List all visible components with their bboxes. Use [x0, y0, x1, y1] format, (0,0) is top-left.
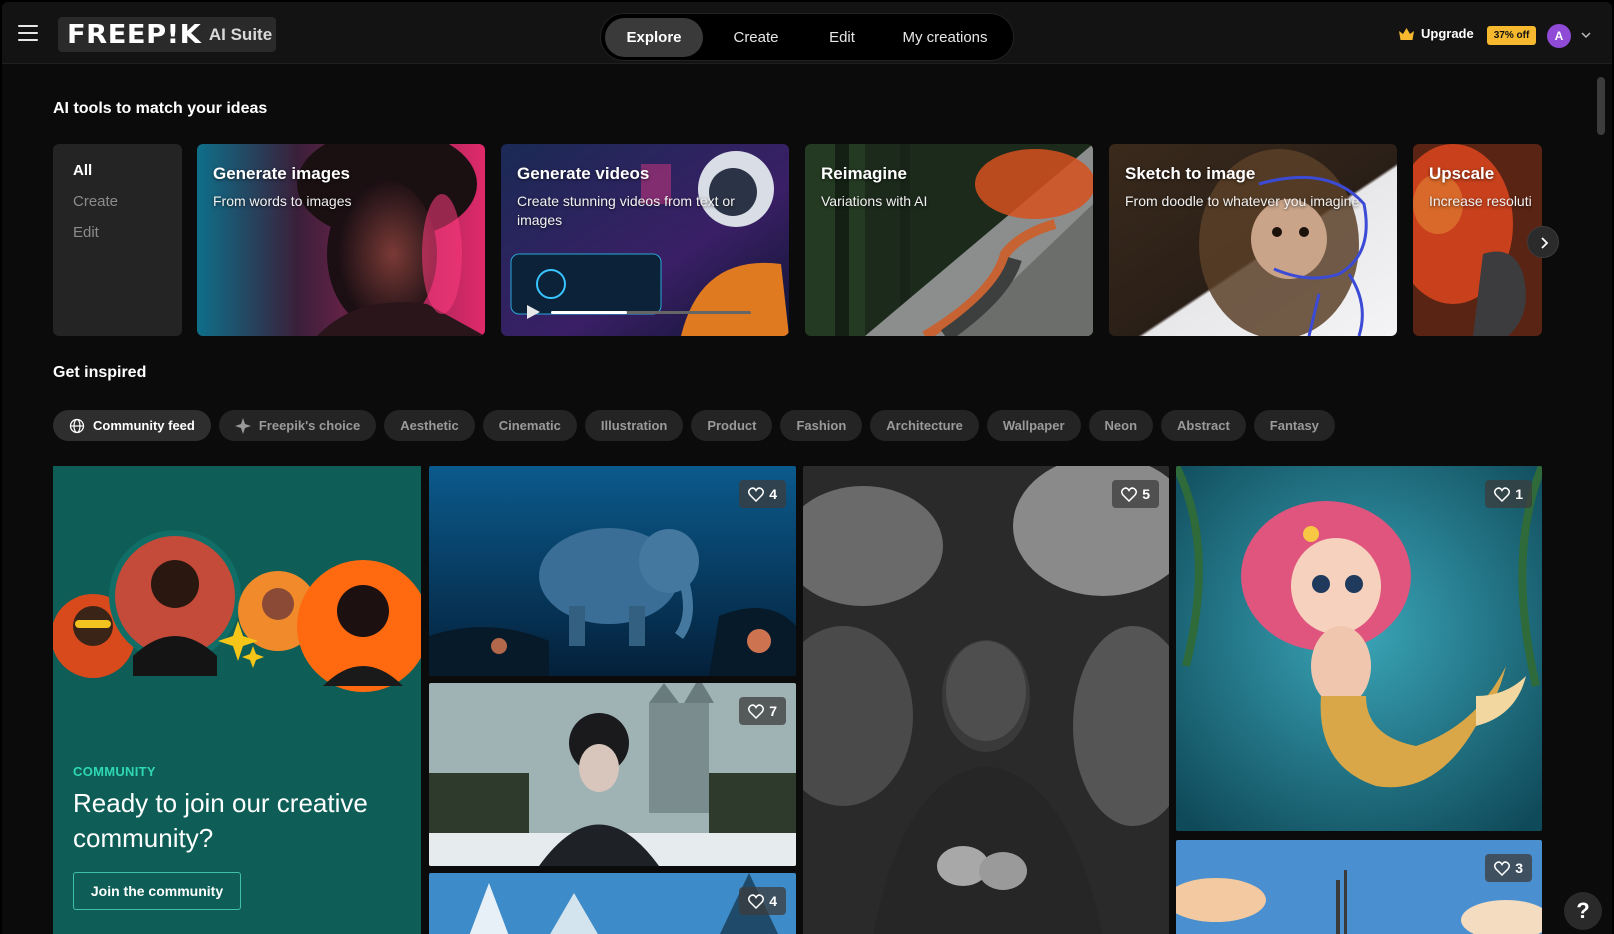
chip-fantasy[interactable]: Fantasy	[1253, 410, 1335, 441]
gallery-tile-elephant[interactable]: 4	[429, 466, 796, 676]
likes-count: 5	[1142, 486, 1150, 502]
likes-badge[interactable]: 4	[739, 887, 786, 915]
tool-title: Upscale	[1429, 164, 1495, 183]
inspiration-chips: Community feed Freepik's choice Aestheti…	[53, 410, 1335, 441]
tab-create[interactable]: Create	[709, 18, 803, 57]
logo[interactable]: FREEP!K AI Suite	[58, 17, 276, 52]
heart-icon	[748, 893, 765, 909]
gallery-tile-mermaid[interactable]: 1	[1176, 466, 1542, 831]
tool-title: Sketch to image	[1125, 164, 1256, 183]
crown-icon	[1399, 27, 1414, 40]
chip-architecture[interactable]: Architecture	[870, 410, 979, 441]
likes-badge[interactable]: 3	[1485, 854, 1532, 882]
chip-abstract[interactable]: Abstract	[1161, 410, 1246, 441]
menu-icon[interactable]	[18, 25, 38, 41]
gallery-tile-snow-forest[interactable]: 4	[429, 873, 796, 934]
heart-icon	[1494, 860, 1511, 876]
tool-card-sketch-to-image[interactable]: Sketch to image From doodle to whatever …	[1109, 144, 1397, 336]
tool-subtitle: Increase resolution	[1429, 193, 1532, 209]
likes-badge[interactable]: 5	[1112, 480, 1159, 508]
upgrade-button[interactable]: Upgrade	[1399, 26, 1474, 41]
gallery-tile-castle[interactable]: 7	[429, 683, 796, 866]
chip-fashion[interactable]: Fashion	[780, 410, 863, 441]
tool-title: Generate videos	[517, 164, 650, 183]
chip-freepiks-choice[interactable]: Freepik's choice	[218, 410, 377, 441]
heart-icon	[748, 486, 765, 502]
heart-icon	[748, 703, 765, 719]
chip-neon[interactable]: Neon	[1088, 410, 1154, 441]
avatar[interactable]: A	[1547, 24, 1571, 48]
join-community-button[interactable]: Join the community	[73, 872, 241, 910]
tab-edit[interactable]: Edit	[807, 18, 877, 57]
sparkle-icon	[234, 417, 251, 434]
tool-subtitle: From words to images	[213, 193, 352, 209]
community-tag: COMMUNITY	[73, 764, 156, 779]
logo-text: FREEP!K	[67, 19, 202, 50]
chip-label: Freepik's choice	[258, 418, 361, 433]
mermaid-illustration	[1176, 466, 1542, 831]
tool-subtitle: From doodle to whatever you imagine	[1125, 193, 1360, 209]
tool-card-upscale[interactable]: Upscale Increase resolution	[1413, 144, 1542, 336]
gallery-tile-sky[interactable]: 3	[1176, 840, 1542, 934]
community-card: COMMUNITY Ready to join our creative com…	[53, 466, 421, 934]
tool-subtitle: Create stunning videos from text or imag…	[517, 193, 735, 228]
scrollbar[interactable]	[1597, 77, 1605, 135]
suite-label: AI Suite	[208, 24, 273, 44]
tool-card-generate-images[interactable]: Generate images From words to images	[197, 144, 485, 336]
tool-card-reimagine[interactable]: Reimagine Variations with AI	[805, 144, 1093, 336]
chip-cinematic[interactable]: Cinematic	[482, 410, 577, 441]
chip-illustration[interactable]: Illustration	[584, 410, 684, 441]
likes-count: 7	[769, 703, 777, 719]
filter-create[interactable]: Create	[73, 193, 182, 210]
chip-wallpaper[interactable]: Wallpaper	[986, 410, 1081, 441]
upgrade-label: Upgrade	[1421, 26, 1474, 41]
likes-count: 4	[769, 486, 777, 502]
app-frame: FREEP!K AI Suite Explore Create Edit My …	[2, 2, 1612, 934]
likes-badge[interactable]: 7	[739, 697, 786, 725]
tools-section-title: AI tools to match your ideas	[53, 100, 268, 117]
globe-icon	[69, 418, 85, 433]
likes-badge[interactable]: 1	[1485, 480, 1532, 508]
community-portraits	[53, 530, 421, 692]
tool-card-generate-videos[interactable]: Generate videos Create stunning videos f…	[501, 144, 789, 336]
main-nav: Explore Create Edit My creations	[600, 13, 1014, 61]
likes-count: 3	[1515, 860, 1523, 876]
chip-aesthetic[interactable]: Aesthetic	[384, 410, 475, 441]
gallery-tile-farmer[interactable]: 5	[803, 466, 1169, 934]
tool-subtitle: Variations with AI	[821, 193, 928, 209]
tool-title: Reimagine	[821, 164, 907, 183]
likes-count: 4	[769, 893, 777, 909]
chevron-right-icon	[1541, 237, 1549, 249]
bw-farmer-image	[803, 466, 1169, 934]
heart-icon	[1121, 486, 1138, 502]
top-bar: FREEP!K AI Suite Explore Create Edit My …	[2, 2, 1612, 64]
play-icon[interactable]	[525, 304, 541, 320]
chip-label: Community feed	[93, 418, 195, 433]
tab-explore[interactable]: Explore	[605, 18, 703, 57]
chip-product[interactable]: Product	[691, 410, 773, 441]
community-title: Ready to join our creative community?	[73, 788, 368, 853]
tab-my-creations[interactable]: My creations	[881, 18, 1009, 57]
chevron-down-icon[interactable]	[1581, 30, 1591, 40]
inspired-section-title: Get inspired	[53, 364, 147, 381]
likes-badge[interactable]: 4	[739, 480, 786, 508]
filter-edit[interactable]: Edit	[73, 224, 182, 241]
carousel-next-button[interactable]	[1527, 226, 1559, 258]
heart-icon	[1494, 486, 1511, 502]
likes-count: 1	[1515, 486, 1523, 502]
help-button[interactable]: ?	[1564, 892, 1602, 930]
discount-badge: 37% off	[1487, 26, 1536, 45]
tool-title: Generate images	[213, 164, 351, 183]
tools-filter-menu: All Create Edit	[53, 144, 182, 336]
filter-all[interactable]: All	[73, 162, 182, 179]
chip-community-feed[interactable]: Community feed	[53, 410, 211, 441]
video-progress[interactable]	[551, 311, 751, 314]
